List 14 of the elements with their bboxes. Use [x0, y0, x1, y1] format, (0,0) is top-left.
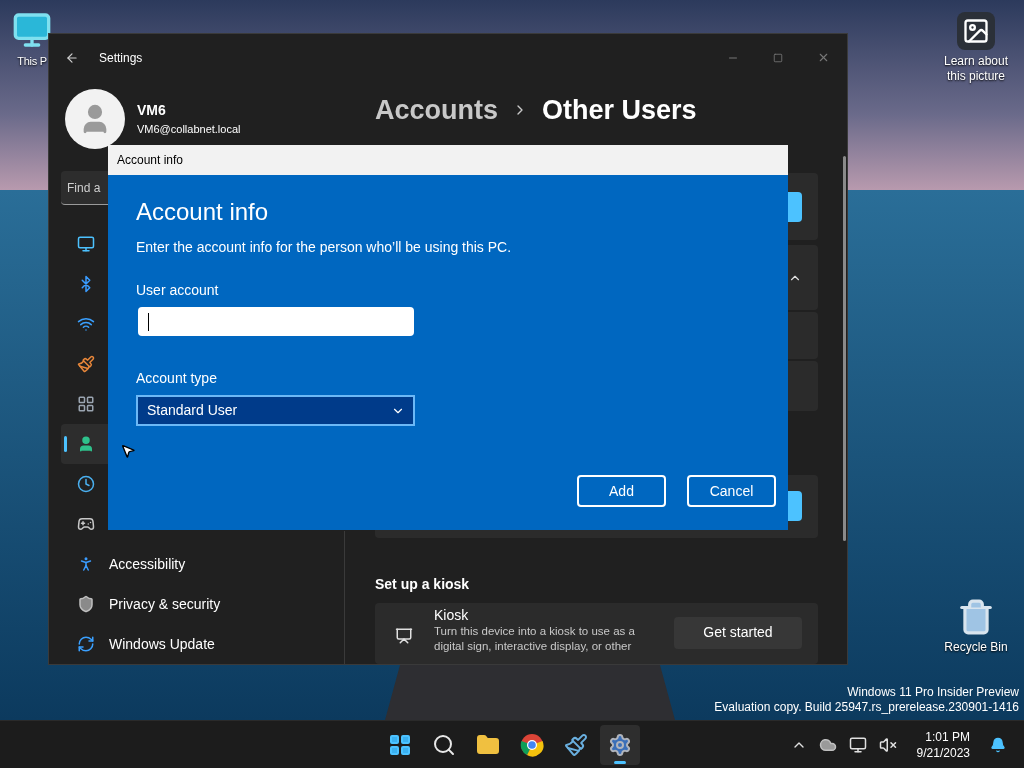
- kiosk-description: Turn this device into a kiosk to use as a digital sign, interactive display, or other: [434, 623, 636, 654]
- field-label: Account type: [136, 369, 217, 388]
- dialog-heading: Account info: [136, 197, 269, 227]
- watermark-text: Windows 11 Pro Insider Preview: [847, 685, 1019, 700]
- user-name: VM6: [137, 101, 167, 121]
- dialog-title: Account info: [117, 152, 184, 169]
- kiosk-title: Kiosk: [434, 606, 470, 624]
- section-heading: Set up a kiosk: [375, 574, 471, 594]
- user-email: VM6@collabnet.local: [137, 122, 241, 138]
- page-title: Other Users: [542, 93, 697, 127]
- dialog-description: Enter the account info for the person who’ll be using this PC.: [136, 238, 512, 257]
- field-label: User account: [136, 281, 219, 300]
- watermark-text: Evaluation copy. Build 25947.rs_prerelease.230901-1416: [714, 700, 1019, 715]
- window-title: Settings: [99, 49, 143, 67]
